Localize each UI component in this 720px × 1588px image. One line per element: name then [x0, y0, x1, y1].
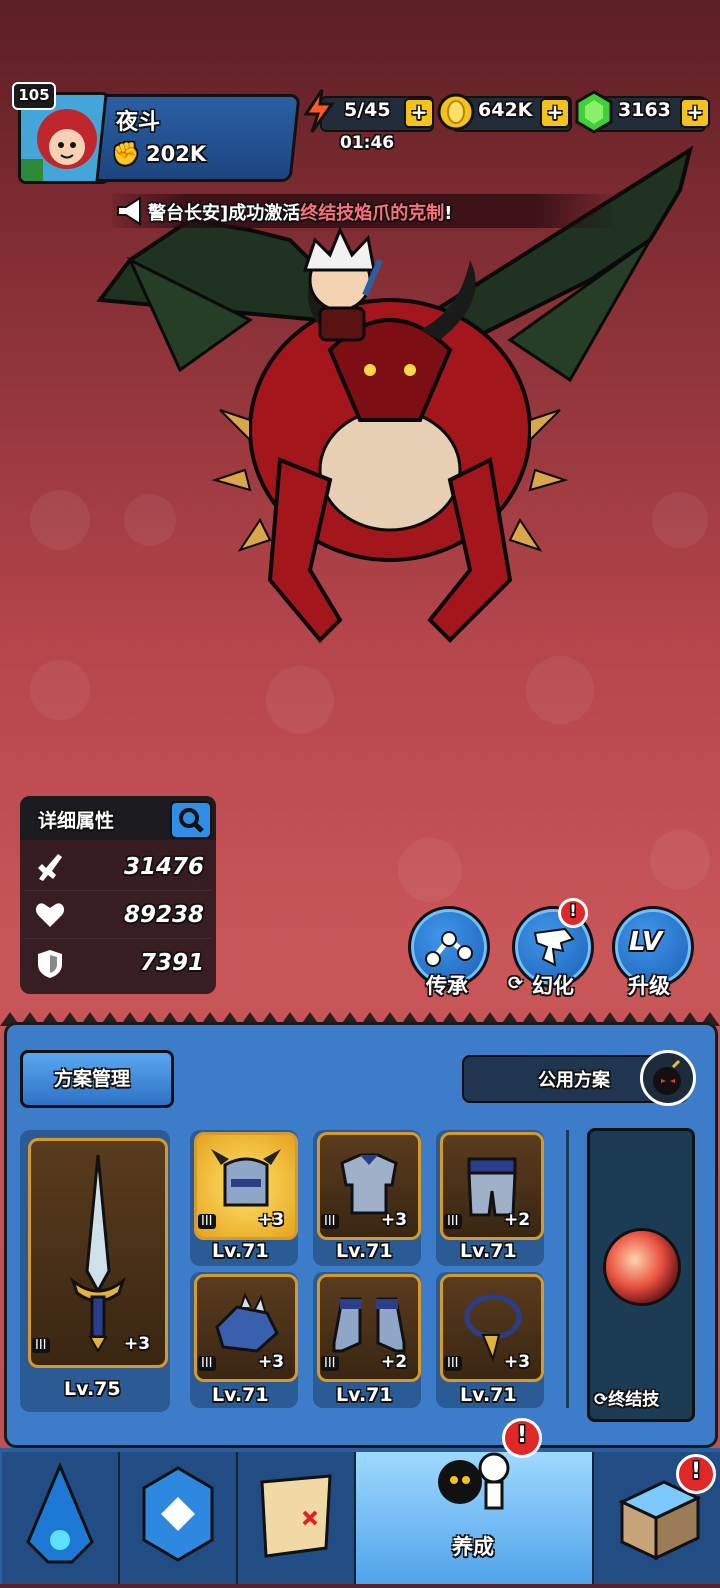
plan-manage-label: 方案管理 — [54, 1068, 131, 1090]
upgrade-lv-icon: LV — [629, 927, 663, 957]
stamina-add-button[interactable]: + — [404, 98, 434, 128]
chest-tier: III — [321, 1214, 339, 1229]
power-fist-icon: ✊ — [112, 142, 140, 167]
announcement-highlight: 终结技焰爪的克制 — [300, 203, 445, 224]
sword-icon — [38, 854, 62, 881]
player-power: 202K — [146, 142, 207, 166]
crystal-tower-icon — [26, 1462, 94, 1564]
finisher-label: ⟳终结技 — [594, 1385, 659, 1410]
stamina-value: 5/45 — [344, 99, 391, 121]
megaphone-icon — [117, 196, 141, 226]
pants-level: Lv.71 — [460, 1240, 517, 1262]
player-level-badge: 105 — [12, 82, 56, 110]
bomb-mascot-icon[interactable] — [640, 1050, 696, 1106]
boots-tier: III — [321, 1356, 339, 1371]
pants-plus: +2 — [504, 1210, 531, 1230]
announcement-text: 警台长安]成功激活终结技焰爪的克制! — [148, 199, 452, 225]
stats-title: 详细属性 — [38, 810, 115, 832]
green-gem-icon — [575, 90, 613, 134]
heart-icon — [35, 903, 65, 927]
treasure-map-icon — [260, 1474, 332, 1558]
attack-value: 31476 — [123, 854, 204, 880]
boots-level: Lv.71 — [336, 1384, 393, 1406]
shop-alert-badge: ! — [676, 1454, 716, 1494]
announcement-suffix: ! — [444, 203, 453, 224]
gold-value: 642K — [478, 99, 533, 121]
finisher-text: 终结技 — [608, 1390, 660, 1410]
pants-tier: III — [444, 1214, 462, 1229]
gloves-plus: +3 — [258, 1352, 285, 1372]
boots-plus: +2 — [381, 1352, 408, 1372]
gloves-level: Lv.71 — [212, 1384, 269, 1406]
panel-divider — [566, 1130, 569, 1408]
finisher-orb-icon[interactable] — [603, 1228, 681, 1306]
develop-alert-badge: ! — [502, 1418, 542, 1458]
gloves-tier: III — [198, 1356, 216, 1371]
transform-label: 幻化 — [532, 974, 574, 998]
stats-detail-button[interactable] — [170, 801, 212, 839]
weapon-tier: III — [32, 1338, 50, 1353]
necklace-plus: +3 — [504, 1352, 531, 1372]
stamina-timer: 01:46 — [340, 133, 395, 153]
defense-value: 7391 — [139, 950, 204, 976]
shield-icon — [38, 950, 62, 978]
player-name: 夜斗 — [116, 110, 161, 135]
search-icon — [179, 808, 204, 833]
chest-level: Lv.71 — [336, 1240, 393, 1262]
necklace-tier: III — [444, 1356, 462, 1371]
transform-alert-badge: ! — [558, 898, 588, 928]
refresh-icon: ⟳ — [508, 973, 524, 994]
helmet-plus: +3 — [258, 1210, 285, 1230]
weapon-level: Lv.75 — [64, 1378, 121, 1400]
health-value: 89238 — [123, 902, 204, 928]
gem-value: 3163 — [618, 99, 671, 121]
bomb-icon — [653, 1059, 681, 1095]
nav-tab-battle[interactable] — [2, 1452, 120, 1584]
necklace-level: Lv.71 — [460, 1384, 517, 1406]
refresh-icon: ⟳ — [594, 1390, 609, 1410]
gold-add-button[interactable]: + — [540, 98, 570, 128]
shared-plan-label: 公用方案 — [538, 1070, 610, 1091]
weapon-plus: +3 — [124, 1334, 151, 1354]
nav-tab-map[interactable] — [238, 1452, 356, 1584]
nav-tab-rune[interactable] — [120, 1452, 238, 1584]
upgrade-label: 升级 — [628, 974, 670, 998]
gold-coin-icon — [437, 93, 475, 131]
nav-develop-label: 养成 — [452, 1535, 494, 1559]
helmet-tier: III — [198, 1214, 216, 1229]
hex-rune-icon — [142, 1466, 214, 1562]
lightning-icon — [303, 89, 335, 133]
inherit-label: 传承 — [426, 974, 468, 998]
chest-plus: +3 — [381, 1210, 408, 1230]
announcement-prefix: 警台长安]成功激活 — [148, 203, 301, 224]
gem-add-button[interactable]: + — [680, 98, 710, 128]
helmet-level: Lv.71 — [212, 1240, 269, 1262]
dagger-icon — [69, 1154, 127, 1354]
